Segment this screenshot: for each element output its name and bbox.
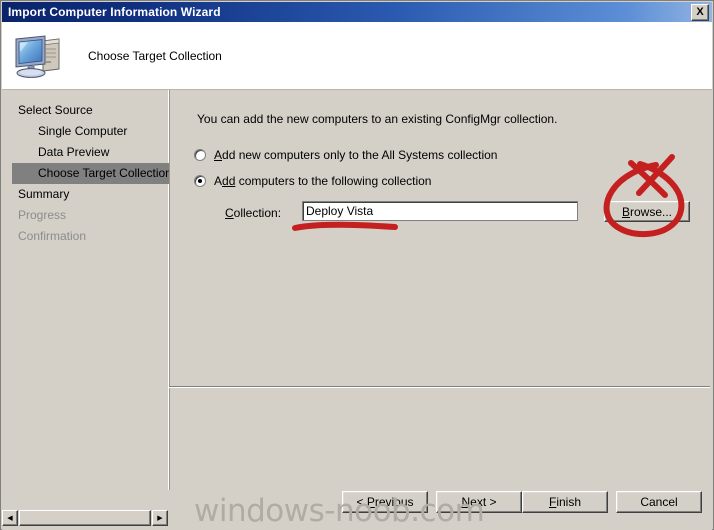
radio-following-text: computers to the following collection: [235, 174, 432, 188]
collection-label-text: ollection:: [233, 206, 282, 220]
browse-text: rowse...: [630, 204, 673, 219]
intro-text: You can add the new computers to an exis…: [197, 112, 558, 126]
next-text: ext >: [470, 495, 497, 509]
previous-accel: P: [366, 495, 375, 509]
finish-button[interactable]: Finish: [522, 491, 608, 513]
next-button-label: Next >: [461, 495, 496, 509]
browse-button-label: Browse...: [622, 205, 672, 219]
radio-following-prefix: A: [214, 174, 223, 188]
wizard-content-panel: You can add the new computers to an exis…: [169, 90, 712, 490]
sidebar-item-choose-target-collection[interactable]: Choose Target Collection: [12, 163, 178, 184]
close-icon: X: [696, 5, 704, 18]
browse-button[interactable]: Browse...: [604, 201, 690, 222]
cancel-button[interactable]: Cancel: [616, 491, 702, 513]
sidebar-item-summary[interactable]: Summary: [2, 184, 168, 205]
wizard-body: Select Source Single Computer Data Previ…: [2, 90, 712, 490]
sidebar-horizontal-scrollbar[interactable]: ◀ ▶: [2, 509, 168, 527]
sidebar-item-progress: Progress: [18, 208, 67, 222]
collection-input[interactable]: [302, 201, 578, 221]
radio-option-all-systems[interactable]: Add new computers only to the All System…: [194, 148, 497, 162]
wizard-header: Choose Target Collection: [2, 22, 712, 90]
wizard-window: Import Computer Information Wizard X Cho…: [0, 0, 714, 530]
title-bar: Import Computer Information Wizard X: [2, 2, 712, 22]
finish-text: inish: [556, 495, 582, 509]
sidebar-item-data-preview[interactable]: Data Preview: [2, 142, 168, 163]
previous-button-label: < Previous: [356, 495, 413, 509]
radio-following-accel: dd: [222, 174, 236, 188]
scroll-left-arrow-icon[interactable]: ◀: [2, 510, 18, 526]
previous-text: revious: [374, 495, 414, 509]
close-button[interactable]: X: [691, 3, 709, 21]
radio-all-systems-text: dd new computers only to the All Systems…: [222, 148, 498, 162]
cancel-button-label: Cancel: [640, 495, 678, 509]
scrollbar-thumb[interactable]: [19, 510, 151, 526]
sidebar-item-single-computer[interactable]: Single Computer: [2, 121, 168, 142]
collection-label-accel: C: [225, 206, 234, 220]
finish-button-label: Finish: [549, 495, 581, 509]
radio-all-systems-accel: A: [214, 148, 223, 162]
page-title: Choose Target Collection: [88, 48, 222, 63]
radio-following-collection-label: Add computers to the following collectio…: [214, 174, 431, 188]
footer-separator: [169, 386, 710, 388]
browse-accel: B: [621, 204, 630, 219]
previous-prefix: <: [356, 495, 367, 509]
radio-all-systems-indicator[interactable]: [194, 149, 206, 161]
radio-all-systems-label: Add new computers only to the All System…: [214, 148, 497, 162]
sidebar-item-confirmation: Confirmation: [18, 229, 87, 243]
radio-following-collection-indicator[interactable]: [194, 175, 206, 187]
collection-label: Collection:: [225, 206, 281, 220]
next-button[interactable]: Next >: [436, 491, 522, 513]
window-title: Import Computer Information Wizard: [8, 5, 221, 19]
next-accel: N: [461, 495, 471, 509]
scroll-right-arrow-icon[interactable]: ▶: [152, 510, 168, 526]
previous-button[interactable]: < Previous: [342, 491, 428, 513]
wizard-steps-sidebar: Select Source Single Computer Data Previ…: [2, 90, 178, 490]
radio-option-following-collection[interactable]: Add computers to the following collectio…: [194, 174, 431, 188]
computer-icon: [12, 31, 66, 81]
sidebar-list: Select Source Single Computer Data Previ…: [2, 90, 178, 247]
sidebar-item-select-source[interactable]: Select Source: [2, 100, 168, 121]
